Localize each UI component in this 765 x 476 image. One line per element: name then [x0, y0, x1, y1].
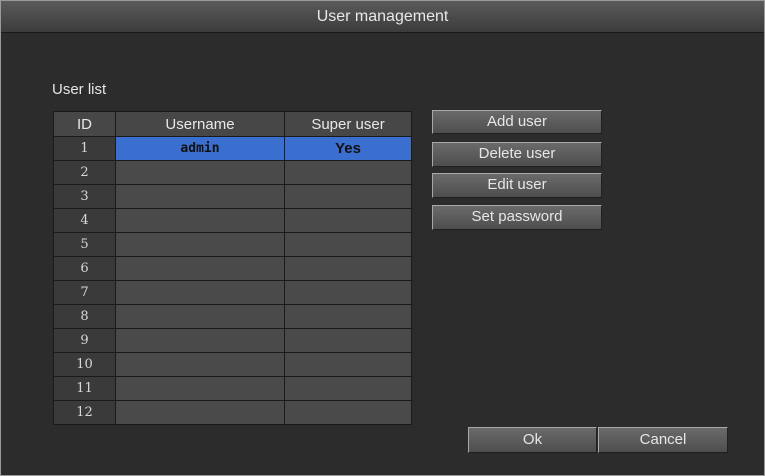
user-row[interactable]: 5 [53, 232, 412, 257]
super-user-cell[interactable] [284, 280, 412, 305]
super-user-cell[interactable] [284, 232, 412, 257]
column-header-super-user[interactable]: Super user [284, 111, 412, 137]
username-cell[interactable] [115, 304, 285, 329]
delete-user-button[interactable]: Delete user [432, 142, 602, 167]
user-id-cell[interactable]: 8 [53, 304, 116, 329]
user-id-cell[interactable]: 5 [53, 232, 116, 257]
user-id-cell[interactable]: 1 [53, 136, 116, 161]
ok-button[interactable]: Ok [468, 427, 597, 453]
super-user-cell[interactable] [284, 208, 412, 233]
super-user-cell[interactable] [284, 376, 412, 401]
username-cell[interactable] [115, 208, 285, 233]
username-cell[interactable] [115, 232, 285, 257]
username-cell[interactable] [115, 376, 285, 401]
username-cell[interactable] [115, 328, 285, 353]
user-id-cell[interactable]: 4 [53, 208, 116, 233]
column-header-username[interactable]: Username [115, 111, 285, 137]
user-management-dialog: User management User list ID Username Su… [0, 0, 765, 476]
user-id-cell[interactable]: 12 [53, 400, 116, 425]
user-id-cell[interactable]: 6 [53, 256, 116, 281]
username-cell[interactable]: admin [115, 136, 285, 161]
user-row[interactable]: 11 [53, 376, 412, 401]
user-row[interactable]: 8 [53, 304, 412, 329]
add-user-button[interactable]: Add user [432, 110, 602, 134]
user-row[interactable]: 4 [53, 208, 412, 233]
user-id-cell[interactable]: 11 [53, 376, 116, 401]
username-cell[interactable] [115, 352, 285, 377]
username-cell[interactable] [115, 256, 285, 281]
super-user-cell[interactable]: Yes [284, 136, 412, 161]
super-user-cell[interactable] [284, 352, 412, 377]
column-header-id[interactable]: ID [53, 111, 116, 137]
username-cell[interactable] [115, 280, 285, 305]
user-table-body: 1 admin Yes 2 3 4 5 6 7 8 9 10 11 12 [53, 136, 412, 425]
table-header-row: ID Username Super user [53, 111, 412, 137]
username-cell[interactable] [115, 160, 285, 185]
super-user-cell[interactable] [284, 160, 412, 185]
username-cell[interactable] [115, 184, 285, 209]
user-row[interactable]: 2 [53, 160, 412, 185]
user-id-cell[interactable]: 2 [53, 160, 116, 185]
dialog-title: User management [1, 1, 764, 33]
user-row[interactable]: 12 [53, 400, 412, 425]
user-row[interactable]: 6 [53, 256, 412, 281]
user-id-cell[interactable]: 10 [53, 352, 116, 377]
user-row[interactable]: 1 admin Yes [53, 136, 412, 161]
edit-user-button[interactable]: Edit user [432, 173, 602, 198]
set-password-button[interactable]: Set password [432, 205, 602, 230]
user-id-cell[interactable]: 3 [53, 184, 116, 209]
cancel-button[interactable]: Cancel [598, 427, 728, 453]
user-list-label: User list [52, 81, 107, 98]
super-user-cell[interactable] [284, 328, 412, 353]
super-user-cell[interactable] [284, 304, 412, 329]
super-user-cell[interactable] [284, 184, 412, 209]
user-row[interactable]: 10 [53, 352, 412, 377]
user-row[interactable]: 9 [53, 328, 412, 353]
user-row[interactable]: 3 [53, 184, 412, 209]
super-user-cell[interactable] [284, 400, 412, 425]
user-table: ID Username Super user 1 admin Yes 2 3 4 5 6 7 8 9… [53, 111, 412, 425]
user-id-cell[interactable]: 9 [53, 328, 116, 353]
user-id-cell[interactable]: 7 [53, 280, 116, 305]
username-cell[interactable] [115, 400, 285, 425]
user-row[interactable]: 7 [53, 280, 412, 305]
super-user-cell[interactable] [284, 256, 412, 281]
